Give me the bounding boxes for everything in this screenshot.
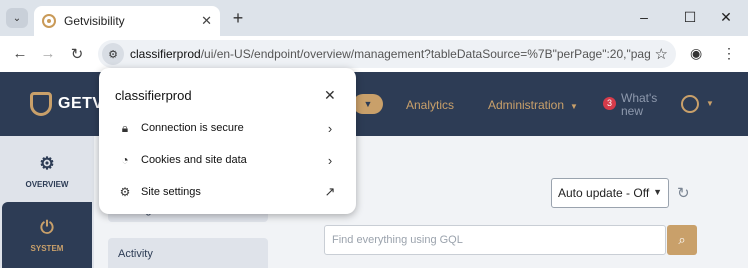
user-menu-chevron-icon[interactable]: ▼ [706, 99, 714, 108]
auto-update-select[interactable]: Auto update - Off ▼ [551, 178, 669, 208]
tab-title: Getvisibility [64, 14, 125, 28]
forward-arrow-icon[interactable]: → [38, 45, 58, 62]
chevron-right-icon: › [327, 152, 333, 168]
close-icon[interactable]: ✕ [324, 87, 336, 104]
back-arrow-icon[interactable]: ← [10, 45, 30, 62]
address-bar[interactable]: ⚙ classifierprod/ui/en-US/endpoint/overv… [98, 40, 676, 68]
cookie-icon: ◔ [121, 153, 129, 167]
search-icon: ⌕ [678, 232, 686, 247]
url-text[interactable]: classifierprod/ui/en-US/endpoint/overvie… [130, 47, 650, 61]
nav-pill-dropdown[interactable]: ▼ [353, 94, 383, 114]
tab-search-button[interactable]: ⌄ [6, 8, 28, 28]
power-icon: ⏻ [40, 218, 54, 237]
chevron-right-icon: › [327, 120, 333, 136]
menu-kebab-icon[interactable]: ⋮ [722, 45, 736, 62]
browser-tab[interactable]: Getvisibility ✕ [34, 6, 220, 36]
site-info-icon[interactable]: ⚙ [102, 43, 124, 65]
connection-secure-row[interactable]: 🔒︎ Connection is secure › [99, 112, 356, 144]
sidebar-item-system[interactable]: ⏻ SYSTEM [2, 202, 92, 268]
site-settings-row[interactable]: ⚙ Site settings ↗ [99, 176, 356, 208]
subnav-item-activity[interactable]: Activity [108, 238, 268, 268]
profile-icon[interactable]: ◉ [690, 45, 702, 62]
nav-analytics[interactable]: Analytics [406, 98, 454, 112]
whats-new-link[interactable]: What's new [621, 92, 657, 118]
gear-icon: ⚙ [39, 154, 55, 173]
browser-toolbar: ← → ↻ ⚙ classifierprod/ui/en-US/endpoint… [0, 36, 748, 72]
site-info-popover: classifierprod ✕ 🔒︎ Connection is secure… [99, 68, 356, 214]
popover-title: classifierprod [115, 88, 192, 103]
sidebar-item-overview[interactable]: ⚙ OVERVIEW [2, 154, 92, 189]
user-avatar-icon[interactable] [681, 95, 699, 113]
refresh-icon[interactable]: ↻ [677, 184, 690, 202]
nav-administration[interactable]: Administration ▼ [488, 98, 578, 112]
chevron-down-icon: ▼ [570, 102, 578, 111]
app-logo[interactable]: GETVI [30, 92, 109, 116]
maximize-button[interactable]: ☐ [680, 9, 700, 26]
gql-search-input[interactable]: Find everything using GQL [324, 225, 666, 255]
nav-administration-label: Administration [488, 98, 565, 112]
lock-icon: 🔒︎ [121, 120, 129, 135]
whats-new-badge: 3 [603, 97, 616, 110]
browser-tabstrip: ⌄ Getvisibility ✕ + – ☐ ✕ [0, 0, 748, 36]
reload-icon[interactable]: ↻ [67, 45, 87, 63]
tab-close-icon[interactable]: ✕ [201, 13, 212, 29]
window-close-button[interactable]: ✕ [716, 9, 736, 26]
gear-icon: ⚙ [119, 185, 131, 199]
minimize-button[interactable]: – [634, 9, 654, 25]
sidebar: ⚙ OVERVIEW ⏻ SYSTEM [0, 136, 94, 268]
cookies-row[interactable]: ◔ Cookies and site data › [99, 144, 356, 176]
bookmark-star-icon[interactable]: ☆ [655, 45, 668, 63]
shield-logo-icon [30, 92, 52, 116]
search-button[interactable]: ⌕ [667, 225, 697, 255]
favicon-icon [42, 14, 56, 28]
new-tab-button[interactable]: + [229, 8, 247, 28]
chevron-down-icon: ▼ [653, 187, 662, 197]
external-link-icon: ↗ [324, 184, 336, 199]
